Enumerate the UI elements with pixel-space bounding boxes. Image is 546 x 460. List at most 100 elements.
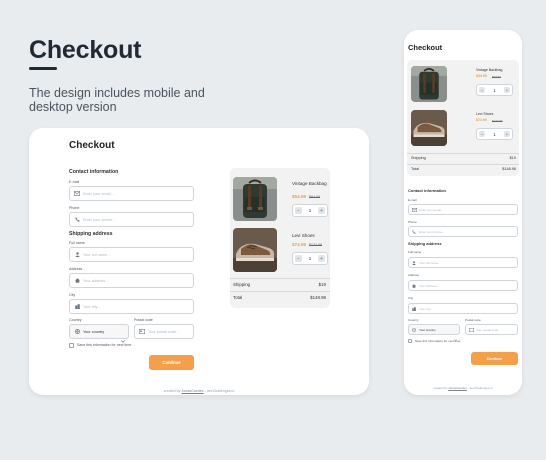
shipping-value: $19 bbox=[509, 156, 516, 160]
fullname-label: Full name bbox=[408, 250, 422, 254]
fullname-placeholder: Your full name... bbox=[83, 252, 111, 257]
shipping-value: $19 bbox=[318, 282, 326, 287]
product-price-shoes: $74.99 bbox=[476, 118, 487, 122]
country-select[interactable]: Your country bbox=[69, 324, 129, 343]
city-label: City bbox=[408, 296, 414, 300]
footer-author-link[interactable]: JonasGuedes bbox=[181, 389, 203, 393]
email-field[interactable]: Enter your email... bbox=[69, 186, 194, 201]
total-value: $148.98 bbox=[310, 295, 326, 300]
mail-icon bbox=[409, 207, 419, 212]
postal-field[interactable]: Your postal code... bbox=[134, 324, 194, 339]
product-name-backbag: Vintage Backbag bbox=[476, 68, 503, 72]
save-info-checkbox[interactable] bbox=[69, 343, 74, 348]
user-icon bbox=[71, 252, 83, 257]
city-field[interactable]: Your city... bbox=[69, 299, 194, 314]
product-old-price-shoes: $124.99 bbox=[309, 242, 322, 247]
user-icon bbox=[409, 260, 419, 265]
decrease-button[interactable]: − bbox=[295, 207, 302, 214]
address-label: Address bbox=[69, 267, 83, 271]
mobile-fullname-field[interactable]: Your full name... bbox=[408, 257, 518, 268]
total-value: $148.98 bbox=[502, 167, 516, 171]
email-placeholder: Enter your email... bbox=[419, 207, 444, 212]
fullname-label: Full name bbox=[69, 241, 85, 245]
chevron-down-icon bbox=[454, 329, 457, 347]
phone-placeholder: Enter your phone... bbox=[83, 217, 116, 222]
decrease-button[interactable]: − bbox=[295, 255, 302, 262]
shipping-label: Shipping bbox=[233, 282, 251, 287]
mobile-continue-button[interactable]: Continue bbox=[471, 352, 518, 365]
home-icon bbox=[71, 278, 83, 283]
phone-field[interactable]: Enter your phone... bbox=[69, 212, 194, 227]
fullname-field[interactable]: Your full name... bbox=[69, 247, 194, 262]
postal-label: Postal code bbox=[465, 318, 481, 322]
increase-button[interactable]: + bbox=[318, 255, 325, 262]
summary-divider bbox=[230, 278, 330, 279]
save-info-label: Save this information for next time bbox=[77, 343, 132, 347]
mobile-email-field[interactable]: Enter your email... bbox=[408, 204, 518, 215]
mobile-footer-credit: created by JonasGuedes - devChallenges.i… bbox=[404, 386, 522, 390]
footer-credit: created by JonasGuedes - devChallenges.i… bbox=[29, 389, 369, 393]
product-price-backbag: $54.99 bbox=[292, 194, 307, 199]
page-title: Checkout bbox=[69, 140, 115, 151]
shipping-label: Shipping bbox=[411, 156, 426, 160]
product-name-shoes: Levi Shoes bbox=[292, 233, 315, 238]
mobile-postal-field[interactable]: Your postal code... bbox=[465, 324, 518, 335]
mobile-country-select[interactable]: Your country bbox=[408, 324, 460, 342]
mobile-address-field[interactable]: Your address... bbox=[408, 280, 518, 291]
save-info-label: Save this information for next time bbox=[415, 339, 461, 343]
increase-button[interactable]: + bbox=[504, 87, 510, 93]
product-old-price-shoes: $124.99 bbox=[492, 118, 503, 123]
order-summary: Vintage Backbag $54.99 $94.99 − 1 + Levi… bbox=[230, 168, 330, 308]
increase-button[interactable]: + bbox=[504, 131, 510, 137]
email-placeholder: Enter your email... bbox=[83, 191, 114, 196]
quantity-stepper-backbag[interactable]: − 1 + bbox=[476, 84, 513, 96]
product-name-shoes: Levi Shoes bbox=[476, 112, 494, 116]
postal-placeholder: Your postal code... bbox=[476, 327, 501, 332]
continue-button[interactable]: Continue bbox=[149, 355, 194, 370]
quantity-value: 1 bbox=[493, 131, 496, 137]
quantity-value: 1 bbox=[493, 87, 496, 93]
country-value: Your country bbox=[419, 327, 436, 332]
increase-button[interactable]: + bbox=[318, 207, 325, 214]
city-placeholder: Your city... bbox=[83, 304, 101, 309]
decrease-button[interactable]: − bbox=[479, 131, 485, 137]
hero-title: Checkout bbox=[29, 36, 142, 64]
postal-placeholder: Your postal code... bbox=[148, 329, 180, 334]
city-icon bbox=[71, 304, 83, 309]
mobile-city-field[interactable]: Your city... bbox=[408, 303, 518, 314]
address-field[interactable]: Your address... bbox=[69, 273, 194, 288]
decrease-button[interactable]: − bbox=[479, 87, 485, 93]
globe-icon bbox=[409, 327, 419, 332]
footer-suffix: - devChallenges.io bbox=[466, 386, 493, 390]
quantity-stepper-shoes[interactable]: − 1 + bbox=[476, 128, 513, 140]
product-name-backbag: Vintage Backbag bbox=[292, 181, 327, 186]
product-image-backbag bbox=[411, 66, 447, 102]
product-price-shoes: $74.99 bbox=[292, 242, 307, 247]
address-label: Address bbox=[408, 273, 420, 277]
footer-author-link[interactable]: JonasGuedes bbox=[448, 386, 467, 390]
product-old-price-backbag: $94.99 bbox=[309, 194, 320, 199]
mobile-page-title: Checkout bbox=[408, 43, 443, 52]
phone-placeholder: Enter your phone... bbox=[419, 229, 445, 234]
footer-prefix: created by bbox=[433, 386, 449, 390]
postal-label: Postal code bbox=[134, 318, 153, 322]
mobile-phone-field[interactable]: Enter your phone... bbox=[408, 226, 518, 237]
summary-divider bbox=[407, 153, 519, 154]
product-image-backbag bbox=[233, 177, 277, 221]
total-label: Total bbox=[411, 167, 420, 171]
mobile-save-info-checkbox[interactable] bbox=[408, 339, 412, 343]
hero-description: The design includes mobile and desktop v… bbox=[29, 86, 205, 114]
country-label: Country bbox=[408, 318, 419, 322]
address-placeholder: Your address... bbox=[419, 283, 440, 288]
phone-icon bbox=[71, 217, 83, 222]
email-label: E-mail bbox=[408, 198, 417, 202]
quantity-stepper-backbag[interactable]: − 1 + bbox=[292, 204, 328, 217]
email-label: E-mail bbox=[69, 180, 80, 184]
product-image-shoes bbox=[411, 110, 447, 146]
phone-label: Phone bbox=[69, 206, 80, 210]
summary-divider bbox=[407, 164, 519, 165]
quantity-stepper-shoes[interactable]: − 1 + bbox=[292, 252, 328, 265]
city-placeholder: Your city... bbox=[419, 306, 433, 311]
quantity-value: 1 bbox=[308, 256, 312, 261]
desktop-checkout-card: Checkout Contact information E-mail Ente… bbox=[29, 128, 369, 395]
